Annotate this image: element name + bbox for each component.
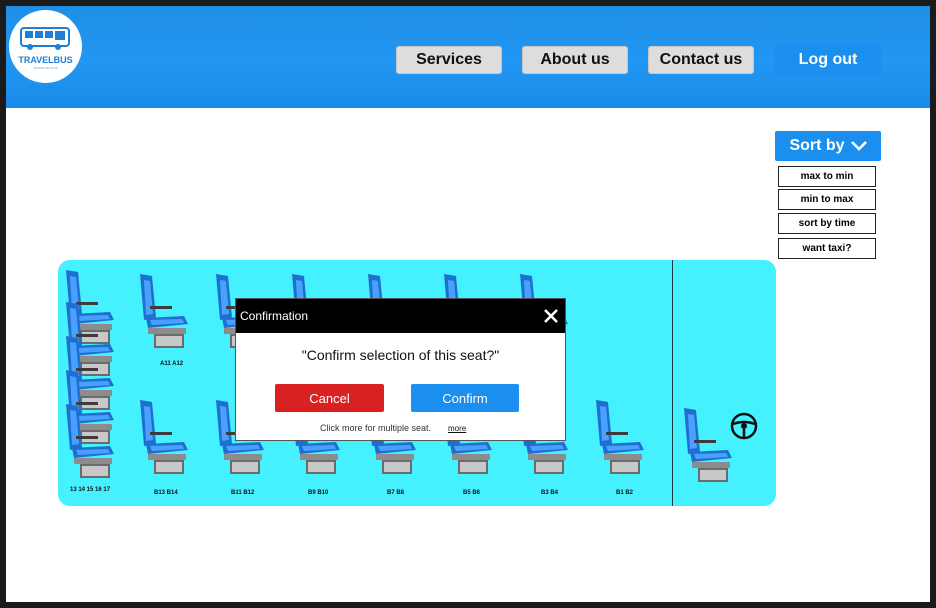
seat-label: B1 B2 bbox=[616, 490, 634, 496]
seat[interactable] bbox=[136, 272, 192, 358]
steering-wheel-icon bbox=[730, 412, 758, 440]
cancel-button[interactable]: Cancel bbox=[275, 384, 384, 412]
more-link[interactable]: more bbox=[448, 424, 466, 433]
chevron-down-icon bbox=[850, 141, 867, 151]
multiple-seat-hint: Click more for multiple seat. bbox=[320, 423, 432, 433]
seat-label: B5 B6 bbox=[463, 490, 481, 496]
sort-by-button[interactable]: Sort by bbox=[775, 131, 881, 161]
header: TRAVELBUS TRAVEL WITH US Services About … bbox=[6, 6, 930, 108]
logout-button[interactable]: Log out bbox=[775, 44, 881, 75]
sort-by-label: Sort by bbox=[789, 137, 845, 154]
app-frame: TRAVELBUS TRAVEL WITH US Services About … bbox=[6, 6, 930, 602]
seat-label: B7 B8 bbox=[387, 490, 405, 496]
contact-button[interactable]: Contact us bbox=[648, 46, 754, 74]
seat-label: B9 B10 bbox=[308, 490, 329, 496]
driver-seat bbox=[680, 406, 736, 492]
dialog-title: Confirmation bbox=[240, 309, 309, 323]
seat-label: B13 B14 bbox=[154, 490, 178, 496]
sort-option-want-taxi[interactable]: want taxi? bbox=[778, 238, 876, 259]
seat-label: 13 14 15 16 17 bbox=[70, 487, 111, 493]
brand-name: TRAVELBUS bbox=[18, 55, 73, 65]
logo[interactable]: TRAVELBUS TRAVEL WITH US bbox=[9, 10, 82, 83]
seat[interactable] bbox=[62, 402, 118, 488]
sort-option-min-to-max[interactable]: min to max bbox=[778, 189, 876, 210]
services-button[interactable]: Services bbox=[396, 46, 502, 74]
dialog-question: "Confirm selection of this seat?" bbox=[301, 347, 500, 363]
seat-label: A11 A12 bbox=[160, 361, 184, 367]
confirmation-dialog: Confirmation "Confirm selection of this … bbox=[235, 298, 566, 441]
seat-label: B11 B12 bbox=[231, 490, 255, 496]
brand-tagline: TRAVEL WITH US bbox=[33, 66, 58, 70]
bus-logo-icon bbox=[20, 27, 70, 50]
seat-label: B3 B4 bbox=[541, 490, 559, 496]
dialog-header: Confirmation bbox=[236, 299, 565, 333]
seat[interactable] bbox=[136, 398, 192, 484]
confirm-button[interactable]: Confirm bbox=[411, 384, 519, 412]
seat[interactable] bbox=[592, 398, 648, 484]
sort-option-by-time[interactable]: sort by time bbox=[778, 213, 876, 234]
close-icon[interactable] bbox=[542, 307, 560, 325]
driver-divider bbox=[672, 260, 673, 506]
about-button[interactable]: About us bbox=[522, 46, 628, 74]
sort-option-max-to-min[interactable]: max to min bbox=[778, 166, 876, 187]
